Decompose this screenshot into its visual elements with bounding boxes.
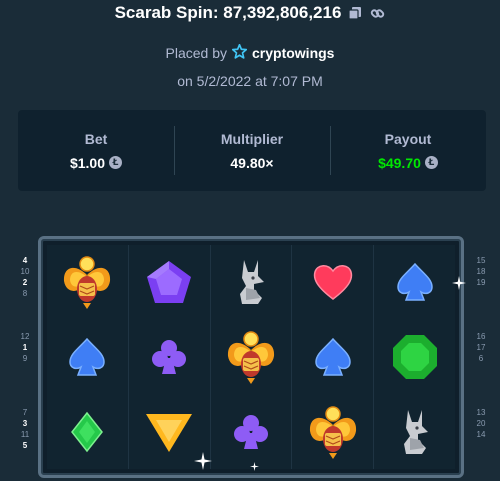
copy-icon[interactable] xyxy=(347,5,363,21)
payline-number: 14 xyxy=(476,430,486,439)
payline-number: 11 xyxy=(20,430,30,439)
spade-icon xyxy=(292,320,373,395)
payline-number-group: 13 20 14 xyxy=(474,408,488,481)
bet-date: on 5/2/2022 at 7:07 PM xyxy=(177,73,323,89)
payline-number-group: 7 3 11 5 xyxy=(18,408,32,481)
payout-label: Payout xyxy=(384,130,432,147)
bet-label: Bet xyxy=(84,130,108,147)
bet-value: $1.00 xyxy=(69,154,106,171)
placed-by-label: Placed by xyxy=(165,45,227,61)
payline-number: 2 xyxy=(22,278,28,287)
bet-stats-panel: Bet $1.00 Ł Multiplier 49.80× Payout $49… xyxy=(18,110,486,191)
payline-number: 16 xyxy=(476,332,486,341)
scarab-icon xyxy=(47,245,128,320)
bet-stat: Bet $1.00 Ł xyxy=(18,110,174,191)
payline-number: 4 xyxy=(22,256,28,265)
payline-number: 20 xyxy=(476,419,486,428)
right-payline-numbers: 15 18 19 16 17 6 13 20 14 xyxy=(474,256,488,481)
pentagon-gem-icon xyxy=(129,245,210,320)
octagon-gem-icon xyxy=(374,320,455,395)
payline-number: 1 xyxy=(22,343,28,352)
reel-1 xyxy=(47,245,129,469)
payline-number: 10 xyxy=(20,267,30,276)
spade-icon xyxy=(374,245,455,320)
payline-number: 15 xyxy=(476,256,486,265)
multiplier-stat: Multiplier 49.80× xyxy=(174,110,330,191)
scarab-icon xyxy=(292,394,373,469)
payline-number: 13 xyxy=(476,408,486,417)
star-badge-icon xyxy=(231,43,248,62)
payout-value-row: $49.70 Ł xyxy=(378,155,438,171)
reel-2 xyxy=(128,245,211,469)
litecoin-icon: Ł xyxy=(424,156,438,169)
bet-value-row: $1.00 Ł xyxy=(69,154,123,171)
sparkle-icon xyxy=(452,276,466,290)
payline-number: 9 xyxy=(22,354,28,363)
spade-icon xyxy=(47,320,128,395)
payline-number: 12 xyxy=(20,332,30,341)
diamond-icon xyxy=(47,394,128,469)
payline-number-group: 4 10 2 8 xyxy=(18,256,32,332)
reel-5 xyxy=(374,245,455,469)
club-icon xyxy=(129,320,210,395)
jackal-icon xyxy=(211,245,292,320)
heart-icon xyxy=(292,245,373,320)
payout-value: $49.70 xyxy=(378,154,421,171)
payline-number-group: 16 17 6 xyxy=(474,332,488,408)
link-icon[interactable] xyxy=(369,5,385,21)
payline-number: 17 xyxy=(476,343,486,352)
payline-number: 3 xyxy=(22,419,28,428)
payline-number: 18 xyxy=(476,267,486,276)
sparkle-icon xyxy=(194,452,212,470)
slot-board xyxy=(38,236,464,478)
jackal-icon xyxy=(374,394,455,469)
multiplier-label: Multiplier xyxy=(220,130,284,147)
payline-number-group: 12 1 9 xyxy=(18,332,32,408)
payline-number: 19 xyxy=(476,278,486,287)
club-icon xyxy=(211,394,292,469)
title-row: Scarab Spin: 87,392,806,216 xyxy=(0,3,500,23)
placed-by-row: Placed by cryptowings xyxy=(0,43,500,62)
reel-4 xyxy=(292,245,375,469)
reel-3 xyxy=(210,245,293,469)
reels xyxy=(47,245,455,469)
scarab-icon xyxy=(211,320,292,395)
payline-number: 8 xyxy=(22,289,28,298)
payline-number: 7 xyxy=(22,408,28,417)
payline-number: 5 xyxy=(22,441,28,450)
litecoin-icon: Ł xyxy=(109,156,123,169)
payout-stat: Payout $49.70 Ł xyxy=(330,110,486,191)
payline-number-group: 15 18 19 xyxy=(474,256,488,332)
left-payline-numbers: 4 10 2 8 12 1 9 7 3 11 5 xyxy=(18,256,32,481)
username-link[interactable]: cryptowings xyxy=(252,45,334,61)
multiplier-value: 49.80× xyxy=(230,154,274,171)
bet-title: Scarab Spin: 87,392,806,216 xyxy=(114,3,342,22)
payline-number: 6 xyxy=(478,354,484,363)
slot-game-area: 4 10 2 8 12 1 9 7 3 11 5 15 18 19 16 17 6 13 20 14 xyxy=(0,234,500,481)
sparkle-icon xyxy=(250,462,259,471)
